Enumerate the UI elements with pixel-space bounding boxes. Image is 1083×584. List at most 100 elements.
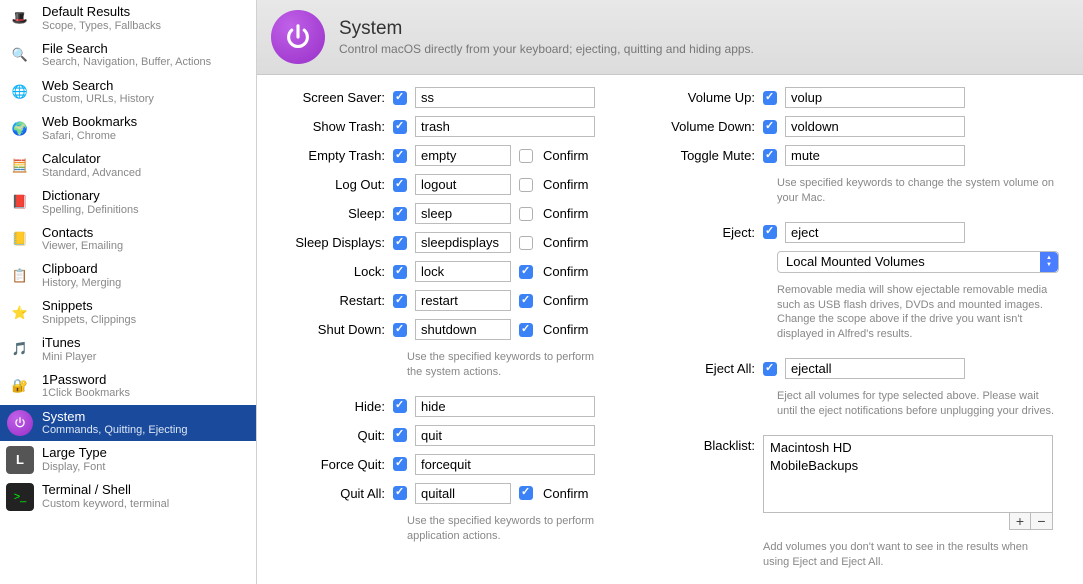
enable-eject-checkbox[interactable] [763, 225, 777, 239]
sidebar-item-sub: Custom keyword, terminal [42, 498, 169, 511]
chevron-updown-icon [1040, 252, 1058, 272]
enable-volume-up-checkbox[interactable] [763, 91, 777, 105]
enable-show-trash-checkbox[interactable] [393, 120, 407, 134]
quit-input[interactable] [415, 425, 595, 446]
label-eject-all: Eject All: [647, 361, 755, 376]
eject-scope-select[interactable]: Local Mounted Volumes [777, 251, 1059, 273]
screen-saver-input[interactable] [415, 87, 595, 108]
sidebar-item-sub: History, Merging [42, 277, 121, 290]
sidebar-item-file-search[interactable]: 🔍 File SearchSearch, Navigation, Buffer,… [0, 37, 256, 74]
sidebar-item-snippets[interactable]: ⭐ SnippetsSnippets, Clippings [0, 294, 256, 331]
sidebar-item-label: Snippets [42, 298, 136, 314]
sidebar-item-itunes[interactable]: 🎵 iTunesMini Player [0, 331, 256, 368]
magnifier-icon: 🔍 [6, 41, 34, 69]
itunes-icon: 🎵 [6, 335, 34, 363]
eject-input[interactable] [785, 222, 965, 243]
shut-down-input[interactable] [415, 319, 511, 340]
confirm-empty-trash-checkbox[interactable] [519, 149, 533, 163]
hide-input[interactable] [415, 396, 595, 417]
label-volume-up: Volume Up: [647, 90, 755, 105]
sidebar-item-label: Contacts [42, 225, 123, 241]
helper-blacklist: Add volumes you don't want to see in the… [763, 538, 1043, 578]
lock-input[interactable] [415, 261, 511, 282]
sidebar-item-label: 1Password [42, 372, 130, 388]
confirm-sleep-checkbox[interactable] [519, 207, 533, 221]
restart-input[interactable] [415, 290, 511, 311]
quit-all-input[interactable] [415, 483, 511, 504]
enable-quit-all-checkbox[interactable] [393, 486, 407, 500]
force-quit-input[interactable] [415, 454, 595, 475]
sidebar-item-system[interactable]: SystemCommands, Quitting, Ejecting [0, 405, 256, 442]
sidebar-item-contacts[interactable]: 📒 ContactsViewer, Emailing [0, 221, 256, 258]
main-panel: System Control macOS directly from your … [257, 0, 1083, 584]
sidebar-item-label: Calculator [42, 151, 141, 167]
toggle-mute-input[interactable] [785, 145, 965, 166]
sidebar-item-dictionary[interactable]: 📕 DictionarySpelling, Definitions [0, 184, 256, 221]
sidebar-item-sub: Scope, Types, Fallbacks [42, 20, 161, 33]
empty-trash-input[interactable] [415, 145, 511, 166]
right-column: Volume Up: Volume Down: Toggle Mute: Use… [647, 87, 1059, 577]
sidebar-item-sub: Search, Navigation, Buffer, Actions [42, 56, 211, 69]
1password-icon: 🔐 [6, 372, 34, 400]
sidebar-item-sub: Spelling, Definitions [42, 204, 139, 217]
confirm-label: Confirm [543, 264, 589, 279]
label-restart: Restart: [277, 293, 385, 308]
label-empty-trash: Empty Trash: [277, 148, 385, 163]
blacklist-item[interactable]: Macintosh HD [770, 439, 1046, 457]
sidebar-item-sub: Commands, Quitting, Ejecting [42, 424, 188, 437]
confirm-quit-all-checkbox[interactable] [519, 486, 533, 500]
confirm-shut-down-checkbox[interactable] [519, 323, 533, 337]
sidebar-item-label: Large Type [42, 445, 107, 461]
sleep-displays-input[interactable] [415, 232, 511, 253]
confirm-label: Confirm [543, 293, 589, 308]
enable-empty-trash-checkbox[interactable] [393, 149, 407, 163]
enable-force-quit-checkbox[interactable] [393, 457, 407, 471]
enable-toggle-mute-checkbox[interactable] [763, 149, 777, 163]
enable-quit-checkbox[interactable] [393, 428, 407, 442]
sidebar-item-calculator[interactable]: 🧮 CalculatorStandard, Advanced [0, 147, 256, 184]
volume-down-input[interactable] [785, 116, 965, 137]
sidebar-item-terminal[interactable]: >_ Terminal / ShellCustom keyword, termi… [0, 478, 256, 515]
enable-restart-checkbox[interactable] [393, 294, 407, 308]
enable-shut-down-checkbox[interactable] [393, 323, 407, 337]
sidebar-item-clipboard[interactable]: 📋 ClipboardHistory, Merging [0, 257, 256, 294]
sidebar-item-1password[interactable]: 🔐 1Password1Click Bookmarks [0, 368, 256, 405]
sidebar-item-default-results[interactable]: 🎩 Default ResultsScope, Types, Fallbacks [0, 0, 256, 37]
enable-volume-down-checkbox[interactable] [763, 120, 777, 134]
eject-scope-value: Local Mounted Volumes [786, 254, 925, 269]
enable-screen-saver-checkbox[interactable] [393, 91, 407, 105]
volume-up-input[interactable] [785, 87, 965, 108]
helper-volume: Use specified keywords to change the sys… [777, 174, 1057, 214]
show-trash-input[interactable] [415, 116, 595, 137]
blacklist-add-button[interactable]: + [1009, 512, 1031, 530]
enable-sleep-displays-checkbox[interactable] [393, 236, 407, 250]
eject-all-input[interactable] [785, 358, 965, 379]
enable-sleep-checkbox[interactable] [393, 207, 407, 221]
sidebar-item-web-bookmarks[interactable]: 🌍 Web BookmarksSafari, Chrome [0, 110, 256, 147]
confirm-label: Confirm [543, 206, 589, 221]
blacklist-item[interactable]: MobileBackups [770, 457, 1046, 475]
label-shut-down: Shut Down: [277, 322, 385, 337]
enable-lock-checkbox[interactable] [393, 265, 407, 279]
sidebar-item-web-search[interactable]: 🌐 Web SearchCustom, URLs, History [0, 74, 256, 111]
hat-icon: 🎩 [6, 4, 34, 32]
enable-eject-all-checkbox[interactable] [763, 362, 777, 376]
confirm-restart-checkbox[interactable] [519, 294, 533, 308]
sleep-input[interactable] [415, 203, 511, 224]
enable-log-out-checkbox[interactable] [393, 178, 407, 192]
dictionary-icon: 📕 [6, 188, 34, 216]
sidebar-item-sub: Safari, Chrome [42, 130, 137, 143]
blacklist-listbox[interactable]: Macintosh HD MobileBackups [763, 435, 1053, 513]
label-sleep: Sleep: [277, 206, 385, 221]
confirm-log-out-checkbox[interactable] [519, 178, 533, 192]
confirm-label: Confirm [543, 322, 589, 337]
confirm-lock-checkbox[interactable] [519, 265, 533, 279]
confirm-label: Confirm [543, 148, 589, 163]
log-out-input[interactable] [415, 174, 511, 195]
confirm-sleep-displays-checkbox[interactable] [519, 236, 533, 250]
sidebar-item-large-type[interactable]: L Large TypeDisplay, Font [0, 441, 256, 478]
sidebar-item-label: Clipboard [42, 261, 121, 277]
enable-hide-checkbox[interactable] [393, 399, 407, 413]
blacklist-remove-button[interactable]: − [1031, 512, 1053, 530]
helper-system-actions: Use the specified keywords to perform th… [407, 348, 607, 388]
